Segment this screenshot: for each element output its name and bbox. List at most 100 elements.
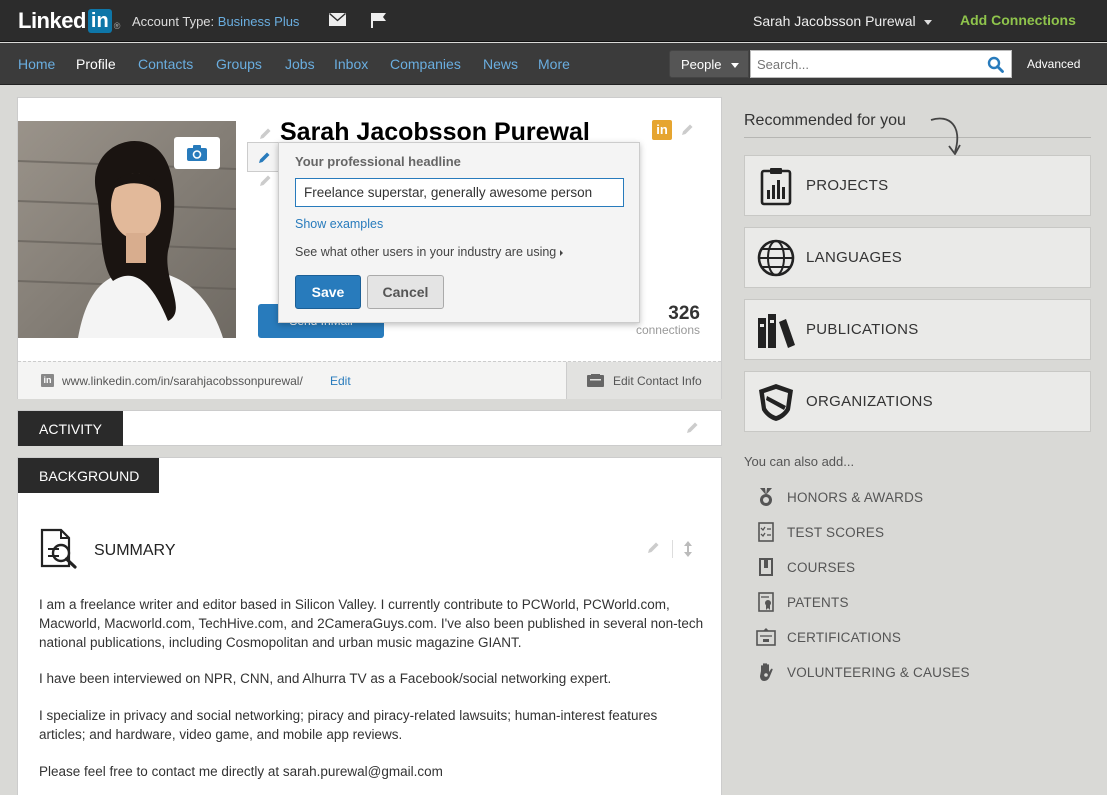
shield-icon <box>759 383 793 421</box>
add-connections-link[interactable]: Add Connections <box>960 12 1076 28</box>
connections-count[interactable]: 326 <box>668 303 700 325</box>
headline-input[interactable] <box>295 178 624 207</box>
logo-in-box: in <box>87 9 112 33</box>
recommended-title: Recommended for you <box>744 112 906 129</box>
user-menu[interactable]: Sarah Jacobsson Purewal <box>753 13 932 29</box>
medal-icon <box>760 488 772 506</box>
linkedin-badge-icon[interactable]: in <box>652 120 672 140</box>
certificate-icon <box>756 628 776 646</box>
show-examples-link[interactable]: Show examples <box>295 217 383 231</box>
add-patents-label: PATENTS <box>787 594 849 610</box>
edit-contact-info-label: Edit Contact Info <box>613 373 702 388</box>
add-publications-button[interactable]: PUBLICATIONS <box>744 299 1091 360</box>
advanced-search-link[interactable]: Advanced <box>1027 57 1080 71</box>
background-tab[interactable]: BACKGROUND <box>18 458 159 493</box>
nav-inbox[interactable]: Inbox <box>334 56 368 72</box>
search-box <box>750 50 1012 78</box>
summary-paragraph: I am a freelance writer and editor based… <box>39 597 704 650</box>
add-certifications-link[interactable]: CERTIFICATIONS <box>756 626 901 648</box>
add-volunteering-causes-label: VOLUNTEERING & CAUSES <box>787 664 970 680</box>
user-name: Sarah Jacobsson Purewal <box>753 13 916 29</box>
main-nav: Home Profile Contacts Groups Jobs Inbox … <box>0 43 1107 85</box>
envelope-icon[interactable] <box>329 13 346 26</box>
edit-url-link[interactable]: Edit <box>330 374 351 388</box>
background-section: BACKGROUND SUMMARY I am a freelance writ… <box>17 457 722 795</box>
industry-headlines-label: See what other users in your industry ar… <box>295 245 557 259</box>
headline-editor-title: Your professional headline <box>295 154 461 169</box>
edit-location-pencil-icon[interactable] <box>258 174 272 188</box>
activity-tab[interactable]: ACTIVITY <box>18 411 123 446</box>
summary-paragraph: I have been interviewed on NPR, CNN, and… <box>39 671 612 686</box>
top-bar: Linked in ® Account Type: Business Plus … <box>0 0 1107 42</box>
curved-arrow-icon <box>930 117 961 156</box>
add-languages-button[interactable]: LANGUAGES <box>744 227 1091 288</box>
pencil-icon <box>259 152 270 163</box>
search-input[interactable] <box>751 51 976 77</box>
account-type-value[interactable]: Business Plus <box>218 14 300 29</box>
profile-photo[interactable] <box>18 121 236 338</box>
industry-headlines-link[interactable]: See what other users in your industry ar… <box>295 245 564 259</box>
triangle-right-icon <box>560 250 564 256</box>
add-publications-label: PUBLICATIONS <box>806 321 919 338</box>
add-languages-label: LANGUAGES <box>806 249 903 266</box>
add-patents-link[interactable]: PATENTS <box>756 591 849 613</box>
add-courses-label: COURSES <box>787 559 856 575</box>
nav-profile[interactable]: Profile <box>76 56 116 72</box>
contact-card-icon <box>587 374 604 387</box>
books-icon <box>758 313 795 348</box>
linkedin-logo[interactable]: Linked in ® <box>18 8 120 34</box>
cancel-button[interactable]: Cancel <box>367 275 444 309</box>
summary-document-icon <box>40 528 77 569</box>
reorder-handle-icon[interactable] <box>682 540 694 558</box>
add-projects-label: PROJECTS <box>806 177 889 194</box>
nav-more[interactable]: More <box>538 56 570 72</box>
edit-summary-pencil-icon[interactable] <box>646 541 660 555</box>
nav-groups[interactable]: Groups <box>216 56 262 72</box>
camera-icon <box>187 145 207 161</box>
globe-icon <box>757 239 795 276</box>
add-volunteering-causes-link[interactable]: VOLUNTEERING & CAUSES <box>756 661 970 683</box>
activity-section: ACTIVITY <box>17 410 722 446</box>
flag-icon[interactable] <box>370 12 387 28</box>
linkedin-url-icon: in <box>41 374 54 387</box>
edit-name-pencil-icon[interactable] <box>258 127 272 141</box>
add-test-scores-label: TEST SCORES <box>787 524 885 540</box>
summary-paragraph: I specialize in privacy and social netwo… <box>39 708 658 742</box>
headline-edit-tab[interactable] <box>247 142 279 172</box>
account-type: Account Type: Business Plus <box>132 14 299 29</box>
nav-jobs[interactable]: Jobs <box>285 56 315 72</box>
chevron-down-icon <box>923 19 932 25</box>
add-test-scores-link[interactable]: TEST SCORES <box>756 521 884 543</box>
checklist-icon <box>758 522 774 542</box>
nav-news[interactable]: News <box>483 56 518 72</box>
hand-icon <box>760 663 773 681</box>
summary-paragraph: Please feel free to contact me directly … <box>39 764 443 779</box>
save-button[interactable]: Save <box>295 275 361 309</box>
add-honors-awards-link[interactable]: HONORS & AWARDS <box>756 486 923 508</box>
connections-label: connections <box>635 323 700 337</box>
add-organizations-button[interactable]: ORGANIZATIONS <box>744 371 1091 432</box>
search-icon[interactable] <box>987 56 1004 73</box>
also-add-title: You can also add... <box>744 454 855 469</box>
nav-companies[interactable]: Companies <box>390 56 461 72</box>
add-certifications-label: CERTIFICATIONS <box>787 629 902 645</box>
divider <box>744 137 1091 138</box>
add-organizations-label: ORGANIZATIONS <box>806 393 933 410</box>
summary-title: SUMMARY <box>94 542 176 559</box>
edit-activity-pencil-icon[interactable] <box>685 421 699 435</box>
add-courses-link[interactable]: COURSES <box>756 556 855 578</box>
book-icon <box>759 558 773 576</box>
nav-contacts[interactable]: Contacts <box>138 56 193 72</box>
edit-contact-info-button[interactable]: Edit Contact Info <box>566 362 721 399</box>
document-ribbon-icon <box>758 592 774 612</box>
change-photo-button[interactable] <box>174 137 220 169</box>
logo-text: Linked <box>18 8 86 33</box>
nav-home[interactable]: Home <box>18 56 55 72</box>
add-honors-awards-label: HONORS & AWARDS <box>787 489 924 505</box>
search-scope-dropdown[interactable]: People <box>669 50 749 78</box>
account-type-label: Account Type: <box>132 14 215 29</box>
logo-registered-mark: ® <box>113 21 121 31</box>
public-profile-url: www.linkedin.com/in/sarahjacobssonpurewa… <box>62 374 303 388</box>
add-projects-button[interactable]: PROJECTS <box>744 155 1091 216</box>
edit-badge-pencil-icon[interactable] <box>680 123 694 137</box>
